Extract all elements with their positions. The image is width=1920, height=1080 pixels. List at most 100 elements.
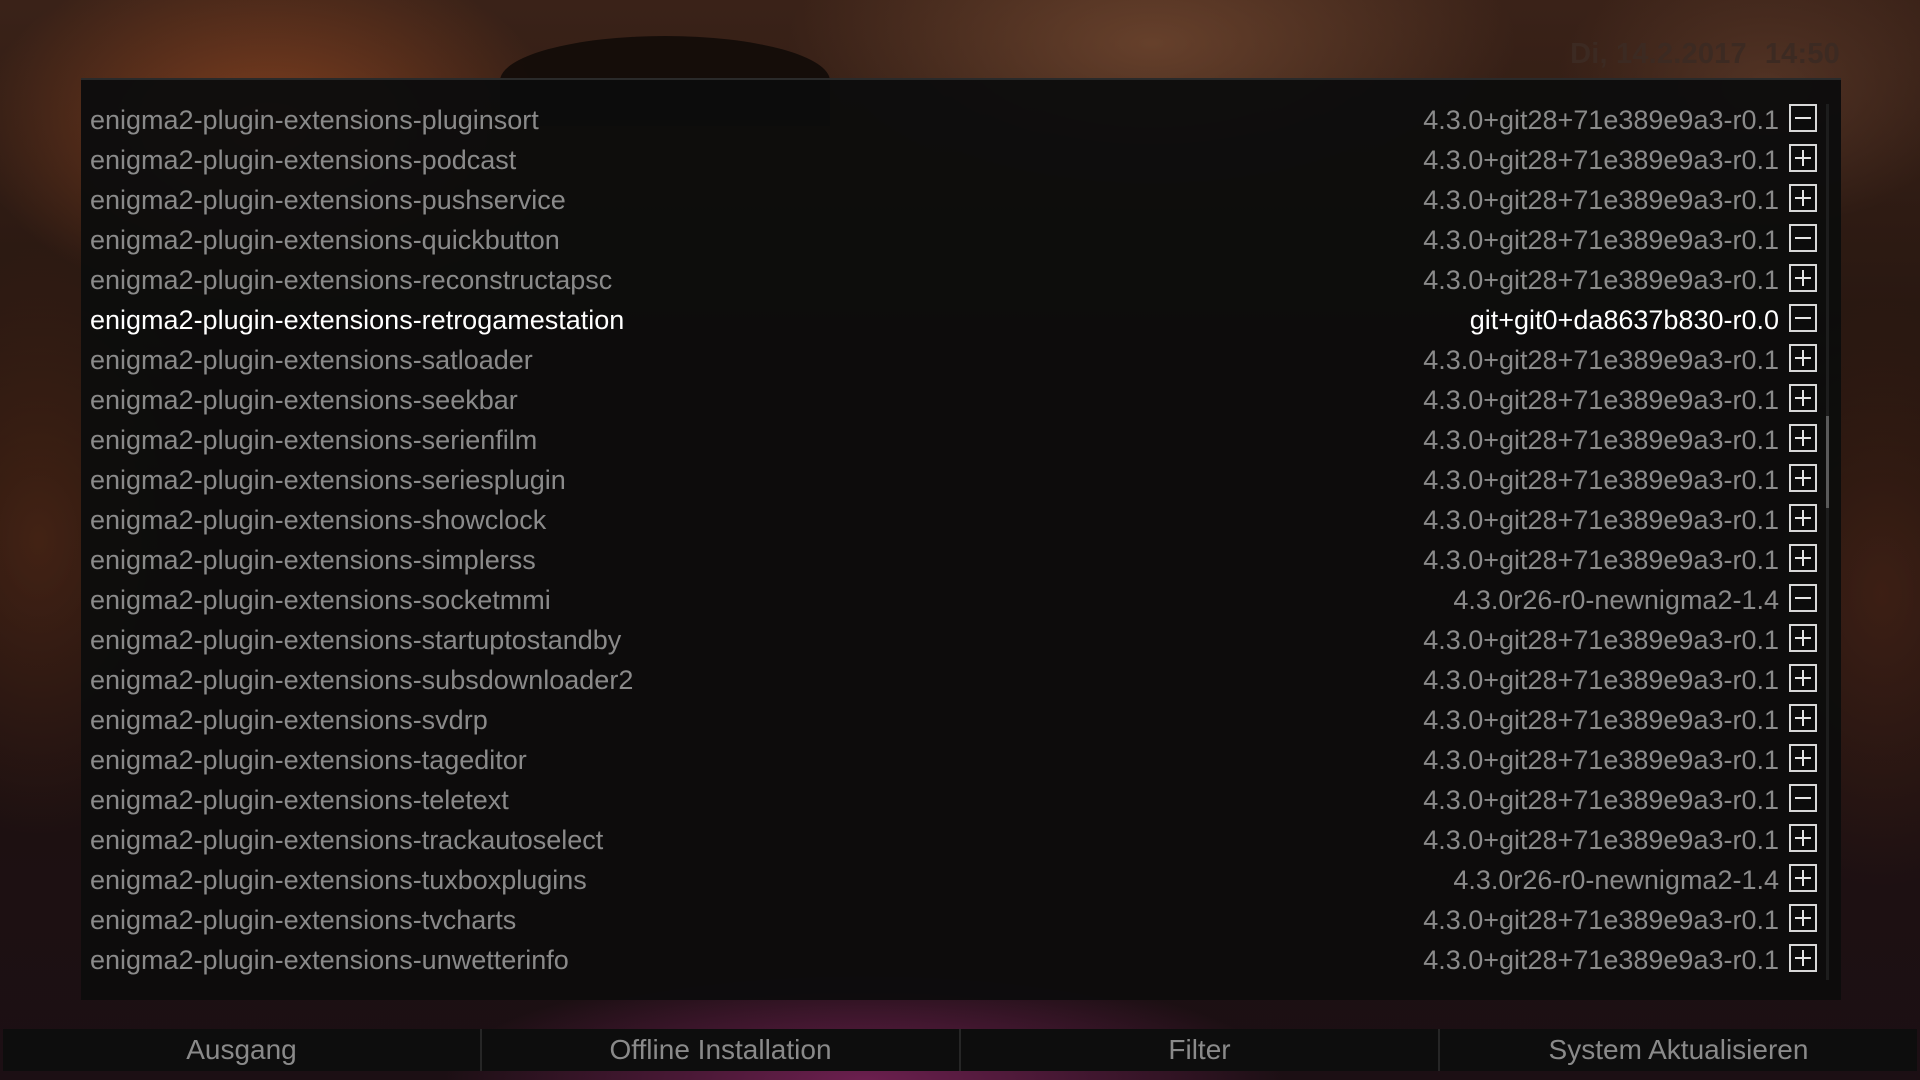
package-name: enigma2-plugin-extensions-retrogamestati… <box>90 305 625 335</box>
package-version: 4.3.0+git28+71e389e9a3-r0.1 <box>1423 225 1779 255</box>
install-plus-icon[interactable] <box>1789 344 1817 372</box>
install-plus-icon[interactable] <box>1789 704 1817 732</box>
list-item[interactable]: enigma2-plugin-extensions-seriesplugin 4.… <box>81 459 1841 499</box>
package-name: enigma2-plugin-extensions-quickbutton <box>90 225 560 255</box>
package-name: enigma2-plugin-extensions-reconstructaps… <box>90 265 613 295</box>
date-text: Di, 14.2.2017 <box>1570 38 1747 70</box>
list-item[interactable]: enigma2-plugin-extensions-socketmmi 4.3.0… <box>81 579 1841 619</box>
list-item[interactable]: enigma2-plugin-extensions-simplerss 4.3.0… <box>81 539 1841 579</box>
package-name: enigma2-plugin-extensions-pluginsort <box>90 105 539 135</box>
package-version: 4.3.0+git28+71e389e9a3-r0.1 <box>1423 545 1779 575</box>
install-plus-icon[interactable] <box>1789 944 1817 972</box>
package-name: enigma2-plugin-extensions-svdrp <box>90 705 488 735</box>
package-name: enigma2-plugin-extensions-podcast <box>90 145 517 175</box>
install-plus-icon[interactable] <box>1789 904 1817 932</box>
offline-installation-button[interactable]: Offline Installation <box>482 1029 961 1071</box>
list-item[interactable]: enigma2-plugin-extensions-teletext 4.3.0+… <box>81 779 1841 819</box>
list-item[interactable]: enigma2-plugin-extensions-satloader 4.3.0… <box>81 339 1841 379</box>
install-plus-icon[interactable] <box>1789 264 1817 292</box>
package-name: enigma2-plugin-extensions-tuxboxplugins <box>90 865 587 895</box>
package-name: enigma2-plugin-extensions-teletext <box>90 785 509 815</box>
list-item[interactable]: enigma2-plugin-extensions-subsdownloader… <box>81 659 1841 699</box>
package-version: 4.3.0+git28+71e389e9a3-r0.1 <box>1423 625 1779 655</box>
install-plus-icon[interactable] <box>1789 744 1817 772</box>
install-plus-icon[interactable] <box>1789 184 1817 212</box>
remove-minus-icon[interactable] <box>1789 304 1817 332</box>
package-name: enigma2-plugin-extensions-unwetterinfo <box>90 945 569 975</box>
package-list[interactable]: enigma2-plugin-extensions-pluginsort 4.3.… <box>81 99 1841 979</box>
package-version: 4.3.0+git28+71e389e9a3-r0.1 <box>1423 785 1779 815</box>
filter-button[interactable]: Filter <box>961 1029 1440 1071</box>
install-plus-icon[interactable] <box>1789 144 1817 172</box>
package-name: enigma2-plugin-extensions-socketmmi <box>90 585 551 615</box>
list-item[interactable]: enigma2-plugin-extensions-tvcharts 4.3.0+… <box>81 899 1841 939</box>
package-version: 4.3.0+git28+71e389e9a3-r0.1 <box>1423 105 1779 135</box>
package-version: 4.3.0+git28+71e389e9a3-r0.1 <box>1423 185 1779 215</box>
package-version: 4.3.0+git28+71e389e9a3-r0.1 <box>1423 945 1779 975</box>
install-plus-icon[interactable] <box>1789 624 1817 652</box>
package-version: 4.3.0+git28+71e389e9a3-r0.1 <box>1423 505 1779 535</box>
package-version: 4.3.0+git28+71e389e9a3-r0.1 <box>1423 425 1779 455</box>
package-name: enigma2-plugin-extensions-pushservice <box>90 185 566 215</box>
list-item[interactable]: enigma2-plugin-extensions-svdrp 4.3.0+git… <box>81 699 1841 739</box>
package-version: 4.3.0+git28+71e389e9a3-r0.1 <box>1423 345 1779 375</box>
remove-minus-icon[interactable] <box>1789 104 1817 132</box>
remove-minus-icon[interactable] <box>1789 584 1817 612</box>
install-plus-icon[interactable] <box>1789 504 1817 532</box>
package-name: enigma2-plugin-extensions-tvcharts <box>90 905 517 935</box>
list-item[interactable]: enigma2-plugin-extensions-pluginsort 4.3.… <box>81 99 1841 139</box>
package-version: 4.3.0+git28+71e389e9a3-r0.1 <box>1423 465 1779 495</box>
package-name: enigma2-plugin-extensions-satloader <box>90 345 533 375</box>
list-item[interactable]: enigma2-plugin-extensions-tuxboxplugins 4… <box>81 859 1841 899</box>
package-version: 4.3.0+git28+71e389e9a3-r0.1 <box>1423 145 1779 175</box>
package-version: 4.3.0+git28+71e389e9a3-r0.1 <box>1423 265 1779 295</box>
package-version: 4.3.0+git28+71e389e9a3-r0.1 <box>1423 905 1779 935</box>
list-item[interactable]: enigma2-plugin-extensions-startuptostand… <box>81 619 1841 659</box>
package-name: enigma2-plugin-extensions-seekbar <box>90 385 518 415</box>
package-version: 4.3.0+git28+71e389e9a3-r0.1 <box>1423 385 1779 415</box>
list-item[interactable]: enigma2-plugin-extensions-pushservice 4.3… <box>81 179 1841 219</box>
install-plus-icon[interactable] <box>1789 464 1817 492</box>
scrollbar[interactable] <box>1826 104 1829 980</box>
package-name: enigma2-plugin-extensions-serienfilm <box>90 425 538 455</box>
list-item[interactable]: enigma2-plugin-extensions-showclock 4.3.0… <box>81 499 1841 539</box>
package-version: 4.3.0+git28+71e389e9a3-r0.1 <box>1423 745 1779 775</box>
install-plus-icon[interactable] <box>1789 864 1817 892</box>
date-time-display: Di, 14.2.2017 14:50 <box>1570 38 1840 71</box>
install-plus-icon[interactable] <box>1789 384 1817 412</box>
package-list-panel: enigma2-plugin-extensions-pluginsort 4.3.… <box>81 78 1841 1000</box>
time-text: 14:50 <box>1764 38 1840 70</box>
package-version: 4.3.0r26-r0-newnigma2-1.4 <box>1453 585 1779 615</box>
scrollbar-thumb[interactable] <box>1826 416 1829 508</box>
package-name: enigma2-plugin-extensions-tageditor <box>90 745 527 775</box>
list-item[interactable]: enigma2-plugin-extensions-unwetterinfo 4.… <box>81 939 1841 979</box>
list-item[interactable]: enigma2-plugin-extensions-seekbar 4.3.0+g… <box>81 379 1841 419</box>
package-version: 4.3.0r26-r0-newnigma2-1.4 <box>1453 865 1779 895</box>
install-plus-icon[interactable] <box>1789 424 1817 452</box>
package-name: enigma2-plugin-extensions-subsdownloader… <box>90 665 634 695</box>
list-item-selected[interactable]: enigma2-plugin-extensions-retrogamestati… <box>81 299 1841 339</box>
remove-minus-icon[interactable] <box>1789 224 1817 252</box>
package-name: enigma2-plugin-extensions-seriesplugin <box>90 465 566 495</box>
list-item[interactable]: enigma2-plugin-extensions-trackautoselec… <box>81 819 1841 859</box>
list-item[interactable]: enigma2-plugin-extensions-reconstructaps… <box>81 259 1841 299</box>
package-version: git+git0+da8637b830-r0.0 <box>1469 305 1779 335</box>
button-bar: Ausgang Offline Installation Filter Syst… <box>3 1029 1917 1071</box>
exit-button[interactable]: Ausgang <box>3 1029 482 1071</box>
package-version: 4.3.0+git28+71e389e9a3-r0.1 <box>1423 825 1779 855</box>
list-item[interactable]: enigma2-plugin-extensions-serienfilm 4.3.… <box>81 419 1841 459</box>
package-version: 4.3.0+git28+71e389e9a3-r0.1 <box>1423 705 1779 735</box>
remove-minus-icon[interactable] <box>1789 784 1817 812</box>
list-item[interactable]: enigma2-plugin-extensions-podcast 4.3.0+g… <box>81 139 1841 179</box>
package-name: enigma2-plugin-extensions-trackautoselec… <box>90 825 604 855</box>
package-name: enigma2-plugin-extensions-startuptostand… <box>90 625 622 655</box>
install-plus-icon[interactable] <box>1789 664 1817 692</box>
list-item[interactable]: enigma2-plugin-extensions-tageditor 4.3.0… <box>81 739 1841 779</box>
install-plus-icon[interactable] <box>1789 824 1817 852</box>
system-update-button[interactable]: System Aktualisieren <box>1440 1029 1917 1071</box>
install-plus-icon[interactable] <box>1789 544 1817 572</box>
package-name: enigma2-plugin-extensions-showclock <box>90 505 547 535</box>
list-item[interactable]: enigma2-plugin-extensions-quickbutton 4.3… <box>81 219 1841 259</box>
package-name: enigma2-plugin-extensions-simplerss <box>90 545 536 575</box>
package-version: 4.3.0+git28+71e389e9a3-r0.1 <box>1423 665 1779 695</box>
